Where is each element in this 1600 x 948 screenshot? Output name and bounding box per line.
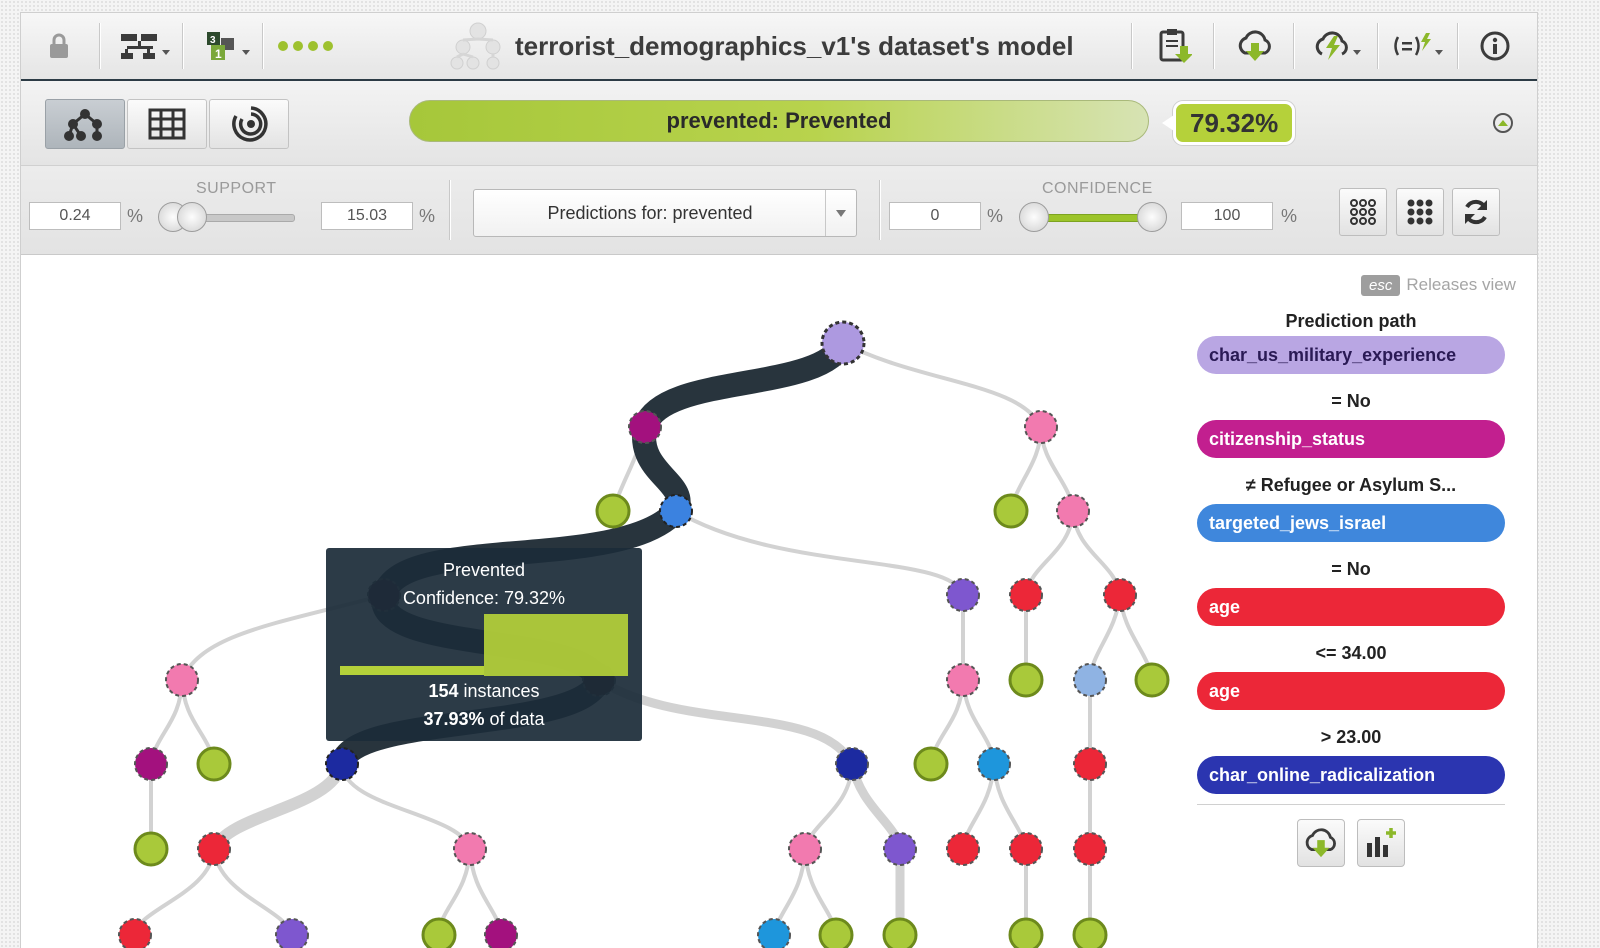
tree-node [165,663,199,697]
tree-node [820,320,866,366]
path-condition: <= 34.00 [1315,643,1387,663]
prediction-path-panel: Prediction path char_us_military_experie… [1197,309,1505,867]
tree-node [325,747,359,781]
tooltip-instances: 154 instances [428,681,540,701]
tree-node [275,918,309,948]
tree-node [757,918,791,948]
panel-title: Prediction path [1285,311,1417,331]
leaf-node [196,746,232,782]
path-condition: = No [1331,391,1371,411]
add-chart-button[interactable] [1357,819,1405,867]
path-condition: > 23.00 [1320,727,1382,747]
tooltip-bar-large [484,614,628,676]
release-view-hint[interactable]: esc Releases view [1361,272,1516,298]
esc-key[interactable]: esc [1361,274,1401,296]
download-prediction-button[interactable] [1297,819,1345,867]
node-tooltip: Prevented Confidence: 79.32% 154 instanc… [326,548,642,741]
tree-node [484,918,518,948]
tree-node [1009,832,1043,866]
path-field-pill: targeted_jews_israel [1197,504,1505,542]
leaf-node [818,917,854,948]
tree-edge [340,762,472,851]
tree-node [977,747,1011,781]
tree-edge [841,341,1043,429]
tooltip-class: Prevented [442,560,526,580]
tree-node [453,832,487,866]
path-condition: = No [1331,559,1371,579]
tree-edge [212,847,294,935]
tree-node [134,747,168,781]
tooltip-bar-small [340,666,484,675]
leaf-node [595,493,631,529]
tree-node [788,832,822,866]
tree-node [883,832,917,866]
tree-node [946,578,980,612]
tree-node [1103,578,1137,612]
leaf-node [1134,662,1170,698]
tree-node [1009,578,1043,612]
tree-node [946,832,980,866]
prediction-path [633,331,855,439]
path-field-pill: char_us_military_experience [1197,336,1505,374]
tree-edge [208,758,348,855]
tree-node [1024,410,1058,444]
path-field-pill: age [1197,588,1505,626]
release-view-text: Releases view [1406,275,1516,294]
bar-chart-add-icon [1367,828,1396,857]
path-condition: ≠ Refugee or Asylum S... [1245,475,1457,495]
leaf-node [993,493,1029,529]
tree-node [659,494,693,528]
tree-node [197,832,231,866]
tree-node [1073,663,1107,697]
leaf-node [913,746,949,782]
path-field-pill: citizenship_status [1197,420,1505,458]
tooltip-confidence: Confidence: 79.32% [402,588,566,608]
tree-edge [674,509,965,597]
cloud-download-icon [1305,828,1336,858]
tree-node [1056,494,1090,528]
path-steps: char_us_military_experience = No citizensh… [1197,336,1505,794]
tooltip-data-share: 37.93% of data [423,709,545,729]
path-field-pill: age [1197,672,1505,710]
tree-node [1073,747,1107,781]
path-field-pill: char_online_radicalization [1197,756,1505,794]
tree-node [1073,832,1107,866]
leaf-node [133,831,169,867]
tree-node [118,918,152,948]
leaf-node [1008,917,1044,948]
app-window: 31 terrorist_demographics_v1's dataset's… [20,12,1538,948]
tree-node [946,663,980,697]
tree-node [835,747,869,781]
leaf-node [882,917,918,948]
leaf-node [1008,662,1044,698]
tree-node [628,410,662,444]
leaf-node [1072,917,1108,948]
leaf-node [421,917,457,948]
